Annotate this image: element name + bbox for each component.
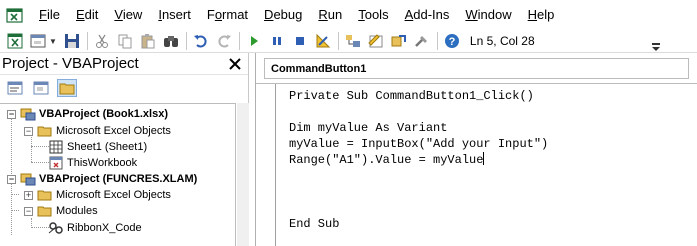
tree-connector — [31, 162, 49, 163]
project-pane-title-bar: Project - VBAProject — [0, 53, 248, 75]
toolbar-separator — [238, 32, 240, 50]
toolbar-separator — [436, 32, 438, 50]
break-icon[interactable] — [268, 32, 286, 50]
menu-help[interactable]: Help — [521, 0, 564, 30]
menu-tools[interactable]: Tools — [351, 0, 397, 30]
view-object-icon[interactable] — [31, 79, 51, 97]
menu-debug[interactable]: Debug — [257, 0, 311, 30]
tree-node-ribbonx-code[interactable]: RibbonX_Code — [48, 220, 142, 236]
cursor-position-status: Ln 5, Col 28 — [469, 34, 535, 48]
tree-node-project-funcres[interactable]: − VBAProject (FUNCRES.XLAM) — [7, 171, 197, 187]
tree-scrollbar[interactable] — [237, 103, 249, 246]
help-icon[interactable]: ? — [443, 32, 461, 50]
folder-open-icon — [37, 124, 53, 138]
toolbox-icon[interactable] — [413, 32, 431, 50]
project-pane-title: Project - VBAProject — [2, 55, 139, 72]
collapse-icon[interactable]: − — [24, 126, 33, 136]
code-line: End Sub — [289, 217, 340, 231]
folder-open-icon — [37, 204, 53, 218]
redo-icon[interactable] — [215, 32, 233, 50]
menu-file[interactable]: File — [32, 0, 69, 30]
collapse-icon[interactable]: − — [24, 206, 33, 216]
undo-icon[interactable] — [192, 32, 210, 50]
tree-connector — [11, 194, 19, 195]
copy-icon[interactable] — [116, 32, 134, 50]
find-icon[interactable] — [162, 32, 180, 50]
menu-format[interactable]: Format — [200, 0, 257, 30]
collapse-icon[interactable]: − — [7, 109, 16, 119]
tree-connector — [11, 210, 19, 211]
tree-connector — [31, 146, 49, 147]
code-editor[interactable]: Private Sub CommandButton1_Click() Dim m… — [256, 83, 697, 246]
run-icon[interactable] — [245, 32, 263, 50]
properties-window-icon[interactable] — [367, 32, 385, 50]
tree-node-excel-objects[interactable]: − Microsoft Excel Objects — [24, 123, 171, 139]
svg-text:?: ? — [449, 36, 456, 48]
reset-icon[interactable] — [291, 32, 309, 50]
insert-userform-icon[interactable] — [29, 32, 47, 50]
tree-node-sheet1[interactable]: Sheet1 (Sheet1) — [48, 139, 147, 155]
expand-icon[interactable]: + — [24, 190, 33, 200]
cut-icon[interactable] — [93, 32, 111, 50]
tree-connector — [11, 183, 12, 235]
code-window: CommandButton1 Private Sub CommandButton… — [255, 53, 697, 246]
code-line: Private Sub CommandButton1_Click() — [289, 89, 534, 103]
code-margin-indicator-bar[interactable] — [256, 84, 276, 246]
excel-vba-icon[interactable] — [4, 5, 26, 25]
object-browser-icon[interactable] — [390, 32, 408, 50]
design-mode-icon[interactable] — [314, 32, 332, 50]
project-tree: − VBAProject (Book1.xlsx) − Microsoft Ex… — [0, 103, 236, 246]
vba-project-icon — [20, 107, 36, 121]
workbook-icon — [48, 156, 64, 170]
vba-project-icon — [20, 172, 36, 186]
tree-connector — [11, 117, 12, 176]
toolbar-separator — [337, 32, 339, 50]
code-line: myValue = InputBox("Add your Input") — [289, 137, 549, 151]
tree-node-thisworkbook[interactable]: ThisWorkbook — [48, 155, 137, 171]
code-line: Dim myValue As Variant — [289, 121, 448, 135]
standard-toolbar: ▼ ? Ln 5, Col 28 — [0, 30, 697, 53]
save-icon[interactable] — [63, 32, 81, 50]
tree-node-project-book1[interactable]: − VBAProject (Book1.xlsx) — [7, 106, 168, 122]
close-icon[interactable] — [226, 55, 244, 73]
toolbar-separator — [185, 32, 187, 50]
paste-icon[interactable] — [139, 32, 157, 50]
object-combo-box[interactable]: CommandButton1 — [264, 58, 689, 79]
text-caret — [483, 152, 485, 165]
view-excel-icon[interactable] — [6, 32, 24, 50]
tree-node-modules[interactable]: − Modules — [24, 203, 98, 219]
toolbar-options-icon[interactable] — [651, 32, 661, 52]
tree-connector — [31, 227, 49, 228]
code-line-current: Range("A1").Value = myValue — [289, 152, 485, 167]
menu-bar: File Edit View Insert Format Debug Run T… — [0, 0, 697, 30]
project-pane-toolbar — [0, 75, 248, 101]
toolbar-separator — [86, 32, 88, 50]
project-explorer-pane: Project - VBAProject − VBAProject (Book1… — [0, 53, 249, 246]
menu-view[interactable]: View — [107, 0, 151, 30]
worksheet-icon — [48, 140, 64, 154]
menu-run[interactable]: Run — [311, 0, 351, 30]
module-icon — [48, 221, 64, 235]
project-explorer-icon[interactable] — [344, 32, 362, 50]
menu-insert[interactable]: Insert — [151, 0, 200, 30]
menu-add-ins[interactable]: Add-Ins — [398, 0, 459, 30]
toggle-folders-icon[interactable] — [57, 79, 77, 97]
menu-window[interactable]: Window — [458, 0, 520, 30]
folder-icon — [37, 188, 53, 202]
collapse-icon[interactable]: − — [7, 174, 16, 184]
insert-dropdown-arrow-icon[interactable]: ▼ — [49, 37, 57, 46]
tree-node-excel-objects-2[interactable]: + Microsoft Excel Objects — [24, 187, 171, 203]
view-code-icon[interactable] — [5, 79, 25, 97]
menu-edit[interactable]: Edit — [69, 0, 107, 30]
